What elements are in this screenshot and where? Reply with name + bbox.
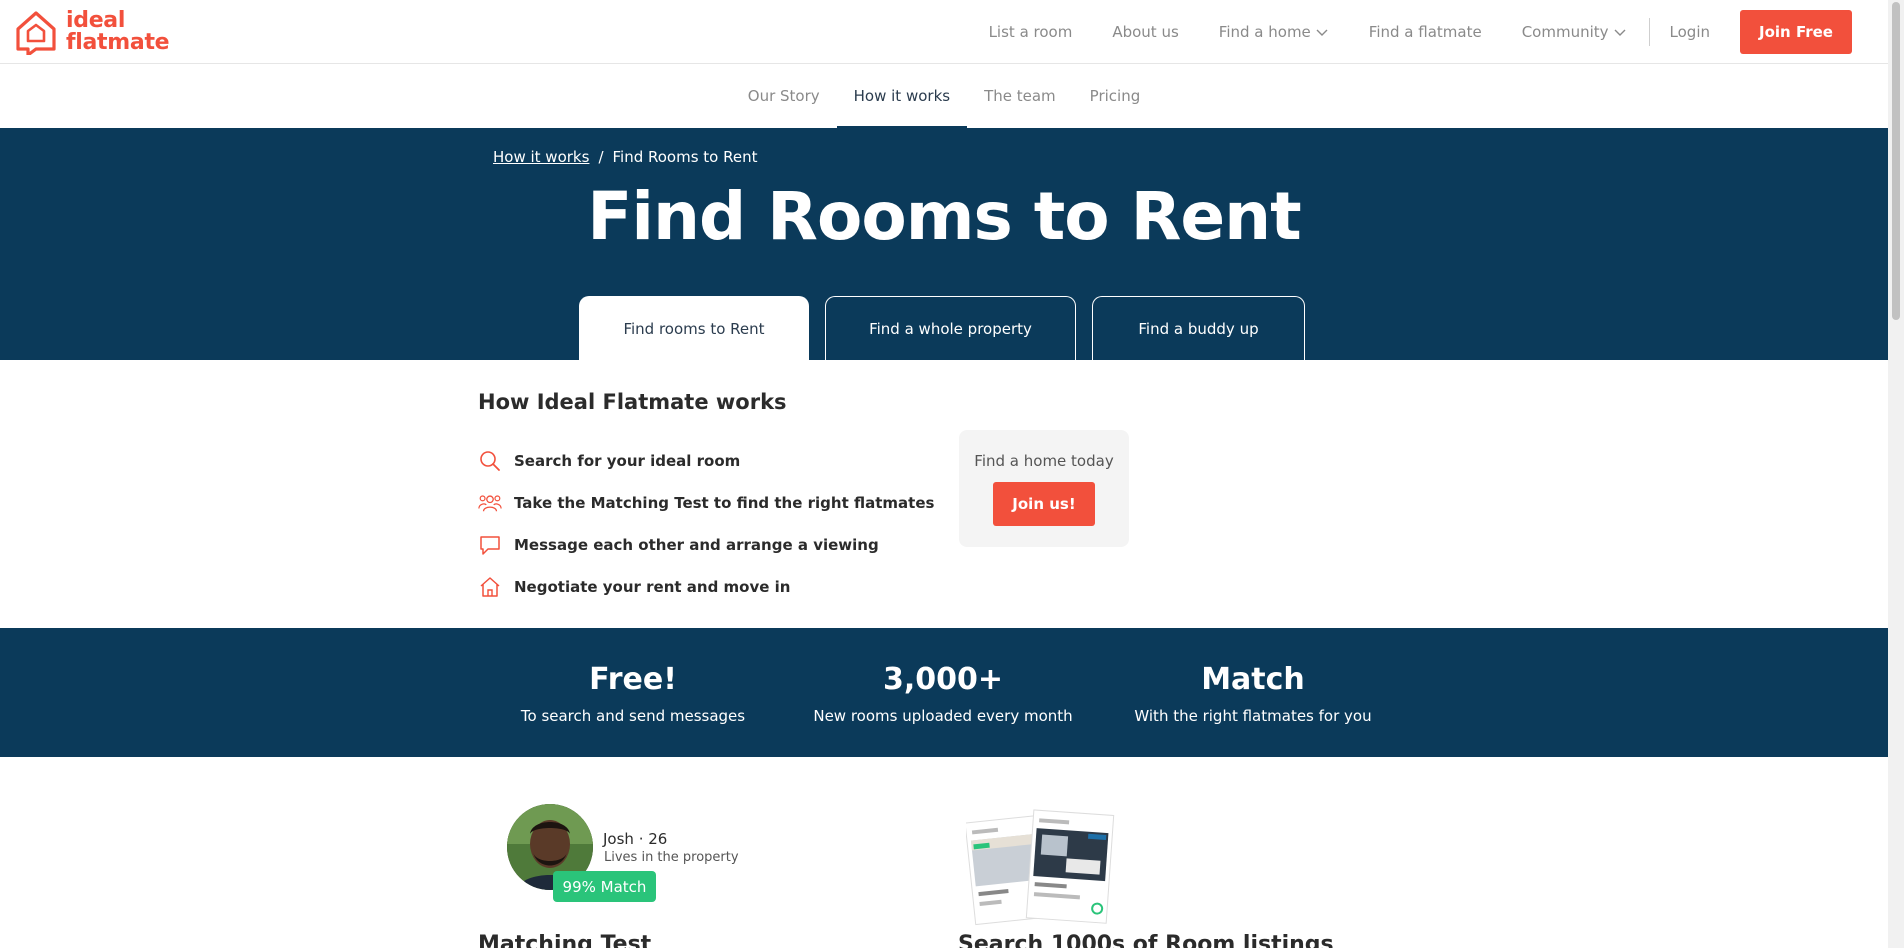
subnav-pricing[interactable]: Pricing — [1073, 64, 1158, 128]
hero-section: How it works / Find Rooms to Rent Find R… — [0, 128, 1888, 360]
step-text: Negotiate your rent and move in — [514, 578, 791, 596]
stat-title: Free! — [589, 662, 677, 697]
nav-find-a-flatmate[interactable]: Find a flatmate — [1349, 23, 1502, 41]
step-text: Search for your ideal room — [514, 452, 741, 470]
sub-navigation: Our Story How it works The team Pricing — [0, 64, 1888, 134]
nav-find-a-home-label: Find a home — [1218, 23, 1311, 41]
nav-community[interactable]: Community — [1502, 23, 1647, 41]
breadcrumb-separator: / — [598, 148, 604, 166]
main-nav: List a room About us Find a home Find a … — [969, 0, 1888, 64]
stat-free: Free! To search and send messages — [516, 662, 750, 725]
tab-find-rooms-to-rent[interactable]: Find rooms to Rent — [579, 296, 809, 360]
list-item: Negotiate your rent and move in — [478, 566, 934, 608]
breadcrumb-current: Find Rooms to Rent — [612, 148, 758, 166]
match-badge: 99% Match — [553, 871, 656, 902]
scrollbar-thumb[interactable] — [1892, 2, 1900, 320]
logo-line-ideal: ideal — [66, 8, 126, 33]
step-text: Message each other and arrange a viewing — [514, 536, 879, 554]
breadcrumb-how-it-works-link[interactable]: How it works — [493, 148, 589, 166]
stat-match: Match With the right flatmates for you — [1130, 662, 1376, 725]
subnav-the-team[interactable]: The team — [967, 64, 1073, 128]
subnav-how-it-works[interactable]: How it works — [836, 64, 968, 134]
stats-band: Free! To search and send messages 3,000+… — [0, 628, 1888, 757]
stat-subtitle: New rooms uploaded every month — [813, 707, 1073, 725]
nav-about-us[interactable]: About us — [1092, 23, 1198, 41]
nav-find-a-home[interactable]: Find a home — [1199, 23, 1349, 41]
stat-title: 3,000+ — [882, 662, 1004, 697]
how-it-works-section: How Ideal Flatmate works Search for your… — [0, 360, 1888, 628]
join-free-button[interactable]: Join Free — [1740, 10, 1852, 54]
tab-find-a-buddy-up[interactable]: Find a buddy up — [1092, 296, 1305, 360]
brand-logo[interactable]: ideal flatmate — [14, 8, 170, 55]
find-home-cta-card: Find a home today Join us! — [959, 430, 1129, 547]
breadcrumb: How it works / Find Rooms to Rent — [493, 148, 758, 166]
home-icon — [478, 575, 502, 599]
person-name: Josh · 26 — [603, 830, 668, 848]
list-item: Take the Matching Test to find the right… — [478, 482, 934, 524]
search-icon — [478, 449, 502, 473]
search-type-tabs: Find rooms to Rent Find a whole property… — [579, 296, 1305, 360]
logo-wordmark: ideal flatmate — [66, 8, 170, 55]
nav-list-a-room[interactable]: List a room — [969, 23, 1093, 41]
logo-line-flatmate: flatmate — [66, 30, 170, 55]
tab-find-a-whole-property[interactable]: Find a whole property — [825, 296, 1076, 360]
nav-community-label: Community — [1521, 23, 1609, 41]
feature-heading-left: Matching Test — [478, 932, 652, 948]
people-icon — [478, 491, 502, 515]
top-navigation-bar: ideal flatmate List a room About us Find… — [0, 0, 1888, 64]
house-chat-logo-icon — [16, 11, 56, 55]
subnav-our-story[interactable]: Our Story — [731, 64, 837, 128]
stat-subtitle: With the right flatmates for you — [1134, 707, 1372, 725]
listing-cards-illustration — [964, 807, 1136, 931]
list-item: Search for your ideal room — [478, 440, 934, 482]
feature-heading-right: Search 1000s of Room listings — [958, 932, 1334, 948]
chevron-down-icon — [1614, 29, 1626, 36]
cta-text: Find a home today — [974, 452, 1114, 470]
feature-section: Josh · 26 Lives in the property 99% Matc… — [0, 757, 1888, 948]
section-title: How Ideal Flatmate works — [478, 390, 787, 414]
nav-login[interactable]: Login — [1650, 23, 1730, 41]
join-us-button[interactable]: Join us! — [993, 482, 1095, 526]
person-subtitle: Lives in the property — [604, 850, 739, 865]
step-text: Take the Matching Test to find the right… — [514, 494, 935, 512]
chevron-down-icon — [1316, 29, 1328, 36]
chat-icon — [478, 533, 502, 557]
stat-rooms-count: 3,000+ New rooms uploaded every month — [812, 662, 1074, 725]
page-scrollbar[interactable] — [1888, 0, 1904, 948]
list-item: Message each other and arrange a viewing — [478, 524, 934, 566]
stat-title: Match — [1201, 662, 1305, 697]
steps-list: Search for your ideal room Take the Matc… — [478, 440, 934, 608]
page-title: Find Rooms to Rent — [587, 178, 1301, 255]
stat-subtitle: To search and send messages — [520, 707, 746, 725]
